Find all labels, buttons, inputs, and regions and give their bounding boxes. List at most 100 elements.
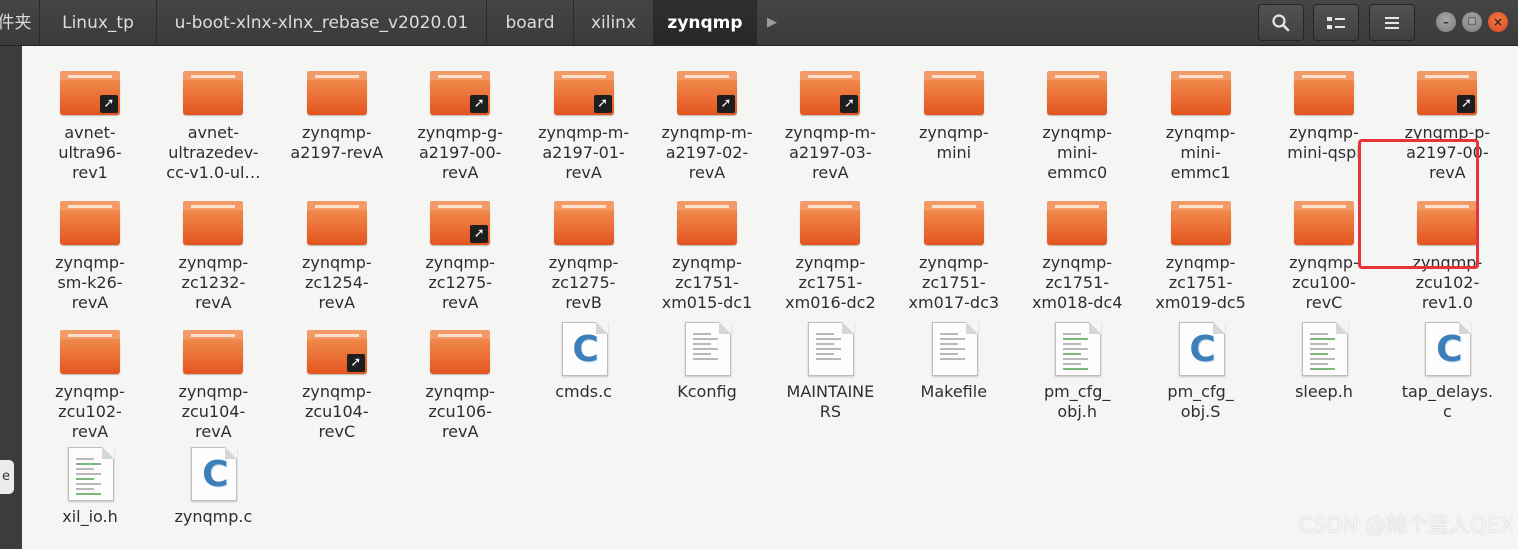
c-source-file-icon: C — [1169, 322, 1233, 378]
folder-item[interactable]: zynqmp- zcu106- revA — [401, 322, 519, 442]
file-name-label: zynqmp- zc1751- xm016-dc2 — [785, 253, 876, 312]
folder-item[interactable]: zynqmp- zc1751- xm018-dc4 — [1018, 193, 1136, 313]
folder-item[interactable]: zynqmp- zc1232- revA — [154, 193, 272, 313]
folder-item[interactable]: zynqmp- mini- emmc0 — [1018, 63, 1136, 183]
folder-item[interactable]: zynqmp- zc1751- xm016-dc2 — [771, 193, 889, 313]
folder-icon — [181, 322, 245, 378]
file-name-label: zynqmp- zc1275- revB — [548, 253, 619, 312]
file-name-label: xil_io.h — [62, 507, 118, 526]
folder-item[interactable]: zynqmp- zcu104- revA — [154, 322, 272, 442]
symlink-arrow-icon: ➚ — [470, 225, 489, 243]
symlink-arrow-icon: ➚ — [470, 95, 489, 113]
c-source-file-icon: C — [552, 322, 616, 378]
file-name-label: zynqmp- zc1254- revA — [301, 253, 372, 312]
file-name-label: avnet- ultrazedev- cc-v1.0-ul… — [166, 123, 261, 182]
folder-icon — [428, 322, 492, 378]
file-item[interactable]: Cpm_cfg_ obj.S — [1142, 322, 1260, 422]
file-name-label: zynqmp-m- a2197-03- revA — [784, 123, 876, 182]
breadcrumb-item[interactable]: zynqmp — [654, 0, 757, 46]
symlink-arrow-icon: ➚ — [1457, 95, 1476, 113]
breadcrumb-item[interactable]: xilinx — [574, 0, 654, 46]
header-file-icon — [1292, 322, 1356, 378]
file-name-label: zynqmp- zcu104- revC — [301, 382, 372, 441]
file-name-label: MAINTAINE RS — [786, 382, 875, 421]
file-name-label: avnet- ultra96- rev1 — [58, 123, 122, 182]
file-item[interactable]: MAINTAINE RS — [771, 322, 889, 422]
folder-item[interactable]: ➚ zynqmp- zc1275- revA — [401, 193, 519, 313]
folder-icon — [1045, 193, 1109, 249]
breadcrumb-item[interactable]: u-boot-xlnx-xlnx_rebase_v2020.01 — [157, 0, 487, 46]
file-item[interactable]: Ccmds.c — [525, 322, 643, 402]
breadcrumb-item[interactable]: Linux_tp — [40, 0, 157, 46]
view-toggle-button[interactable] — [1313, 4, 1359, 41]
folder-item[interactable]: zynqmp- mini- emmc1 — [1142, 63, 1260, 183]
folder-item[interactable]: ➚ zynqmp- zcu104- revC — [278, 322, 396, 442]
file-item[interactable]: Ctap_delays. c — [1388, 322, 1506, 422]
file-name-label: zynqmp- zc1275- revA — [425, 253, 496, 312]
file-item[interactable]: Makefile — [895, 322, 1013, 402]
folder-icon — [922, 193, 986, 249]
file-item[interactable]: Kconfig — [648, 322, 766, 402]
folder-item[interactable]: zynqmp- zc1275- revB — [525, 193, 643, 313]
folder-icon: ➚ — [552, 63, 616, 119]
file-name-label: zynqmp- zcu106- revA — [425, 382, 496, 441]
file-name-label: zynqmp- zcu104- revA — [178, 382, 249, 441]
folder-icon — [1292, 63, 1356, 119]
file-name-label: zynqmp- zc1751- xm015-dc1 — [661, 253, 753, 312]
text-file-icon — [922, 322, 986, 378]
folder-icon — [181, 193, 245, 249]
file-item[interactable]: Czynqmp.c — [154, 447, 272, 527]
folder-item[interactable]: ➚ zynqmp-m- a2197-01- revA — [525, 63, 643, 183]
breadcrumb-item[interactable]: 件夹 — [0, 0, 40, 46]
folder-icon: ➚ — [305, 322, 369, 378]
folder-item[interactable]: ➚ avnet- ultra96- rev1 — [31, 63, 149, 183]
selection-highlight — [1358, 139, 1479, 269]
folder-icon — [58, 322, 122, 378]
file-name-label: zynqmp- zc1232- revA — [178, 253, 249, 312]
text-file-icon — [675, 322, 739, 378]
file-name-label: Kconfig — [677, 382, 737, 401]
watermark: CSDN @辣个蓝人QEX — [1298, 513, 1514, 537]
list-view-icon — [1327, 16, 1345, 29]
breadcrumb-item[interactable]: board — [487, 0, 574, 46]
folder-item[interactable]: ➚ zynqmp-m- a2197-03- revA — [771, 63, 889, 183]
file-name-label: cmds.c — [555, 382, 612, 401]
folder-icon — [1045, 63, 1109, 119]
folder-item[interactable]: zynqmp- zcu102- revA — [31, 322, 149, 442]
folder-item[interactable]: zynqmp- zc1751- xm019-dc5 — [1142, 193, 1260, 313]
folder-icon — [798, 193, 862, 249]
file-name-label: zynqmp- zc1751- xm019-dc5 — [1155, 253, 1246, 312]
folder-item[interactable]: zynqmp- zc1751- xm017-dc3 — [895, 193, 1013, 313]
file-name-label: zynqmp-m- a2197-01- revA — [538, 123, 630, 182]
folder-item[interactable]: ➚ zynqmp-m- a2197-02- revA — [648, 63, 766, 183]
folder-item[interactable]: avnet- ultrazedev- cc-v1.0-ul… — [154, 63, 272, 183]
file-name-label: zynqmp- mini- emmc1 — [1165, 123, 1236, 182]
folder-item[interactable]: zynqmp- a2197-revA — [278, 63, 396, 163]
folder-item[interactable]: zynqmp- zc1254- revA — [278, 193, 396, 313]
file-name-label: zynqmp- mini — [918, 123, 989, 162]
folder-icon — [1292, 193, 1356, 249]
file-item[interactable]: sleep.h — [1265, 322, 1383, 402]
file-item[interactable]: xil_io.h — [31, 447, 149, 527]
folder-item[interactable]: ➚ zynqmp-g- a2197-00- revA — [401, 63, 519, 183]
sidebar-collapse-tab[interactable]: e — [0, 460, 14, 494]
folder-item[interactable]: zynqmp- sm-k26- revA — [31, 193, 149, 313]
folder-item[interactable]: zynqmp- zc1751- xm015-dc1 — [648, 193, 766, 313]
close-icon: × — [1492, 15, 1504, 29]
folder-icon — [552, 193, 616, 249]
menu-button[interactable] — [1369, 4, 1415, 41]
folder-icon — [305, 193, 369, 249]
file-name-label: zynqmp- a2197-revA — [290, 123, 384, 162]
folder-item[interactable]: zynqmp- mini — [895, 63, 1013, 163]
folder-icon — [675, 193, 739, 249]
close-button[interactable]: × — [1488, 12, 1508, 32]
file-name-label: pm_cfg_ obj.h — [1044, 382, 1111, 421]
text-file-icon — [798, 322, 862, 378]
minimize-button[interactable]: – — [1436, 12, 1456, 32]
maximize-button[interactable]: □ — [1462, 12, 1482, 32]
symlink-arrow-icon: ➚ — [593, 95, 612, 113]
search-button[interactable] — [1258, 4, 1304, 41]
file-item[interactable]: pm_cfg_ obj.h — [1018, 322, 1136, 422]
header-file-icon — [1045, 322, 1109, 378]
chevron-right-icon[interactable]: ▶ — [757, 0, 787, 46]
